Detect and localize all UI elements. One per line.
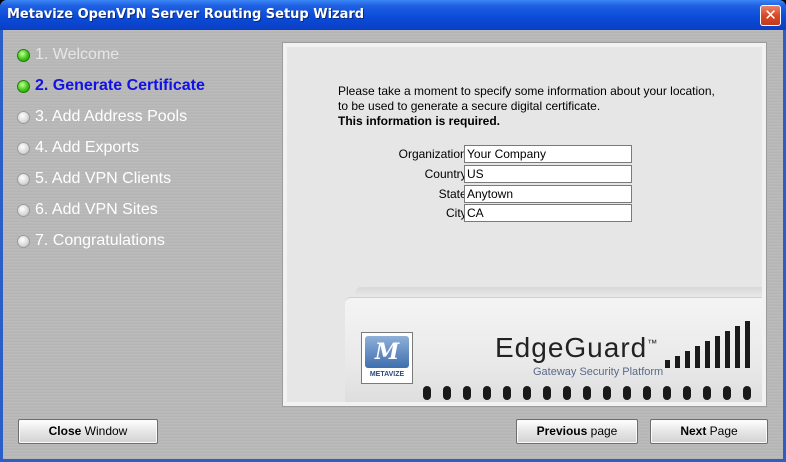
- step-complete-icon: [17, 48, 30, 62]
- window-title: Metavize OpenVPN Server Routing Setup Wi…: [7, 7, 365, 22]
- wizard-window: Metavize OpenVPN Server Routing Setup Wi…: [0, 0, 786, 462]
- metavize-logo-icon: M: [365, 336, 409, 368]
- next-page-button[interactable]: Next Page: [650, 419, 768, 444]
- signal-bar: [715, 336, 720, 368]
- vent-slot: [603, 386, 611, 400]
- close-window-footer-button[interactable]: Close Window: [18, 419, 158, 444]
- step-add-address-pools: 3. Add Address Pools: [17, 106, 187, 128]
- close-icon: ✕: [764, 6, 777, 24]
- vent-slot: [583, 386, 591, 400]
- wizard-body: 1. Welcome 2. Generate Certificate 3. Ad…: [3, 30, 783, 459]
- step-label: 2. Generate Certificate: [35, 77, 205, 94]
- state-row: State:: [287, 185, 762, 204]
- city-row: City:: [287, 204, 762, 223]
- button-label-rest: page: [587, 424, 618, 438]
- vent-slot: [443, 386, 451, 400]
- state-field[interactable]: [464, 185, 632, 203]
- step-current-icon: [17, 79, 30, 93]
- intro-text: Please take a moment to specify some inf…: [338, 84, 715, 129]
- vent-slot: [463, 386, 471, 400]
- vent-slot: [563, 386, 571, 400]
- brand-tagline: Gateway Security Platform: [533, 366, 664, 378]
- vent-slot: [543, 386, 551, 400]
- content-panel: Please take a moment to specify some inf…: [282, 42, 767, 407]
- step-label: 5. Add VPN Clients: [35, 170, 172, 187]
- signal-bar: [685, 351, 690, 368]
- step-generate-certificate: 2. Generate Certificate: [17, 75, 205, 97]
- brand-name: EdgeGuard: [495, 332, 648, 363]
- step-pending-icon: [17, 234, 30, 248]
- step-pending-icon: [17, 203, 30, 217]
- signal-bar: [665, 360, 670, 368]
- vent-slot: [703, 386, 711, 400]
- organization-field[interactable]: [464, 145, 632, 163]
- step-pending-icon: [17, 141, 30, 155]
- metavize-logo: M METAVIZE: [361, 332, 413, 384]
- signal-bar: [725, 331, 730, 368]
- vent-slot: [683, 386, 691, 400]
- step-label: 4. Add Exports: [35, 139, 140, 156]
- required-notice: This information is required.: [338, 114, 501, 128]
- step-label: 1. Welcome: [35, 46, 120, 63]
- signal-bar: [745, 321, 750, 368]
- step-label: 3. Add Address Pools: [35, 108, 188, 125]
- step-label: 6. Add VPN Sites: [35, 201, 158, 218]
- step-add-vpn-clients: 5. Add VPN Clients: [17, 168, 171, 190]
- country-field[interactable]: [464, 165, 632, 183]
- trademark-symbol: ™: [647, 338, 659, 350]
- vent-slot: [723, 386, 731, 400]
- previous-page-button[interactable]: Previous page: [516, 419, 638, 444]
- step-congratulations: 7. Congratulations: [17, 230, 165, 252]
- vent-slot: [503, 386, 511, 400]
- vent-slot: [523, 386, 531, 400]
- vent-slot: [643, 386, 651, 400]
- button-label-rest: Window: [81, 424, 128, 438]
- signal-bar: [695, 346, 700, 368]
- edgeguard-device-image: M METAVIZE EdgeGuard™ Gateway Security P…: [345, 287, 762, 402]
- signal-bar: [735, 326, 740, 368]
- vent-slot: [743, 386, 751, 400]
- step-pending-icon: [17, 172, 30, 186]
- organization-row: Organization:: [287, 145, 762, 164]
- metavize-logo-text: METAVIZE: [369, 371, 405, 378]
- signal-bars-graphic: [665, 318, 762, 368]
- close-window-button[interactable]: ✕: [760, 5, 781, 26]
- vent-slot: [423, 386, 431, 400]
- title-bar[interactable]: Metavize OpenVPN Server Routing Setup Wi…: [0, 0, 786, 30]
- signal-bar: [705, 341, 710, 368]
- button-label-bold: Next: [680, 424, 707, 438]
- intro-line: Please take a moment to specify some inf…: [338, 84, 715, 98]
- device-front-panel: M METAVIZE EdgeGuard™ Gateway Security P…: [345, 297, 762, 402]
- organization-label: Organization:: [398, 147, 470, 161]
- button-label-rest: Page: [706, 424, 738, 438]
- step-pending-icon: [17, 110, 30, 124]
- vent-slot: [483, 386, 491, 400]
- vent-slot: [663, 386, 671, 400]
- vent-slot: [623, 386, 631, 400]
- button-label-bold: Close: [48, 424, 82, 438]
- button-label-bold: Previous: [536, 424, 588, 438]
- city-field[interactable]: [464, 204, 632, 222]
- step-add-exports: 4. Add Exports: [17, 137, 139, 159]
- step-welcome: 1. Welcome: [17, 44, 119, 66]
- edgeguard-brand: EdgeGuard™: [495, 332, 658, 364]
- step-label: 7. Congratulations: [35, 232, 165, 249]
- country-row: Country:: [287, 165, 762, 184]
- signal-bar: [675, 356, 680, 368]
- intro-line: to be used to generate a secure digital …: [338, 99, 601, 113]
- step-add-vpn-sites: 6. Add VPN Sites: [17, 199, 158, 221]
